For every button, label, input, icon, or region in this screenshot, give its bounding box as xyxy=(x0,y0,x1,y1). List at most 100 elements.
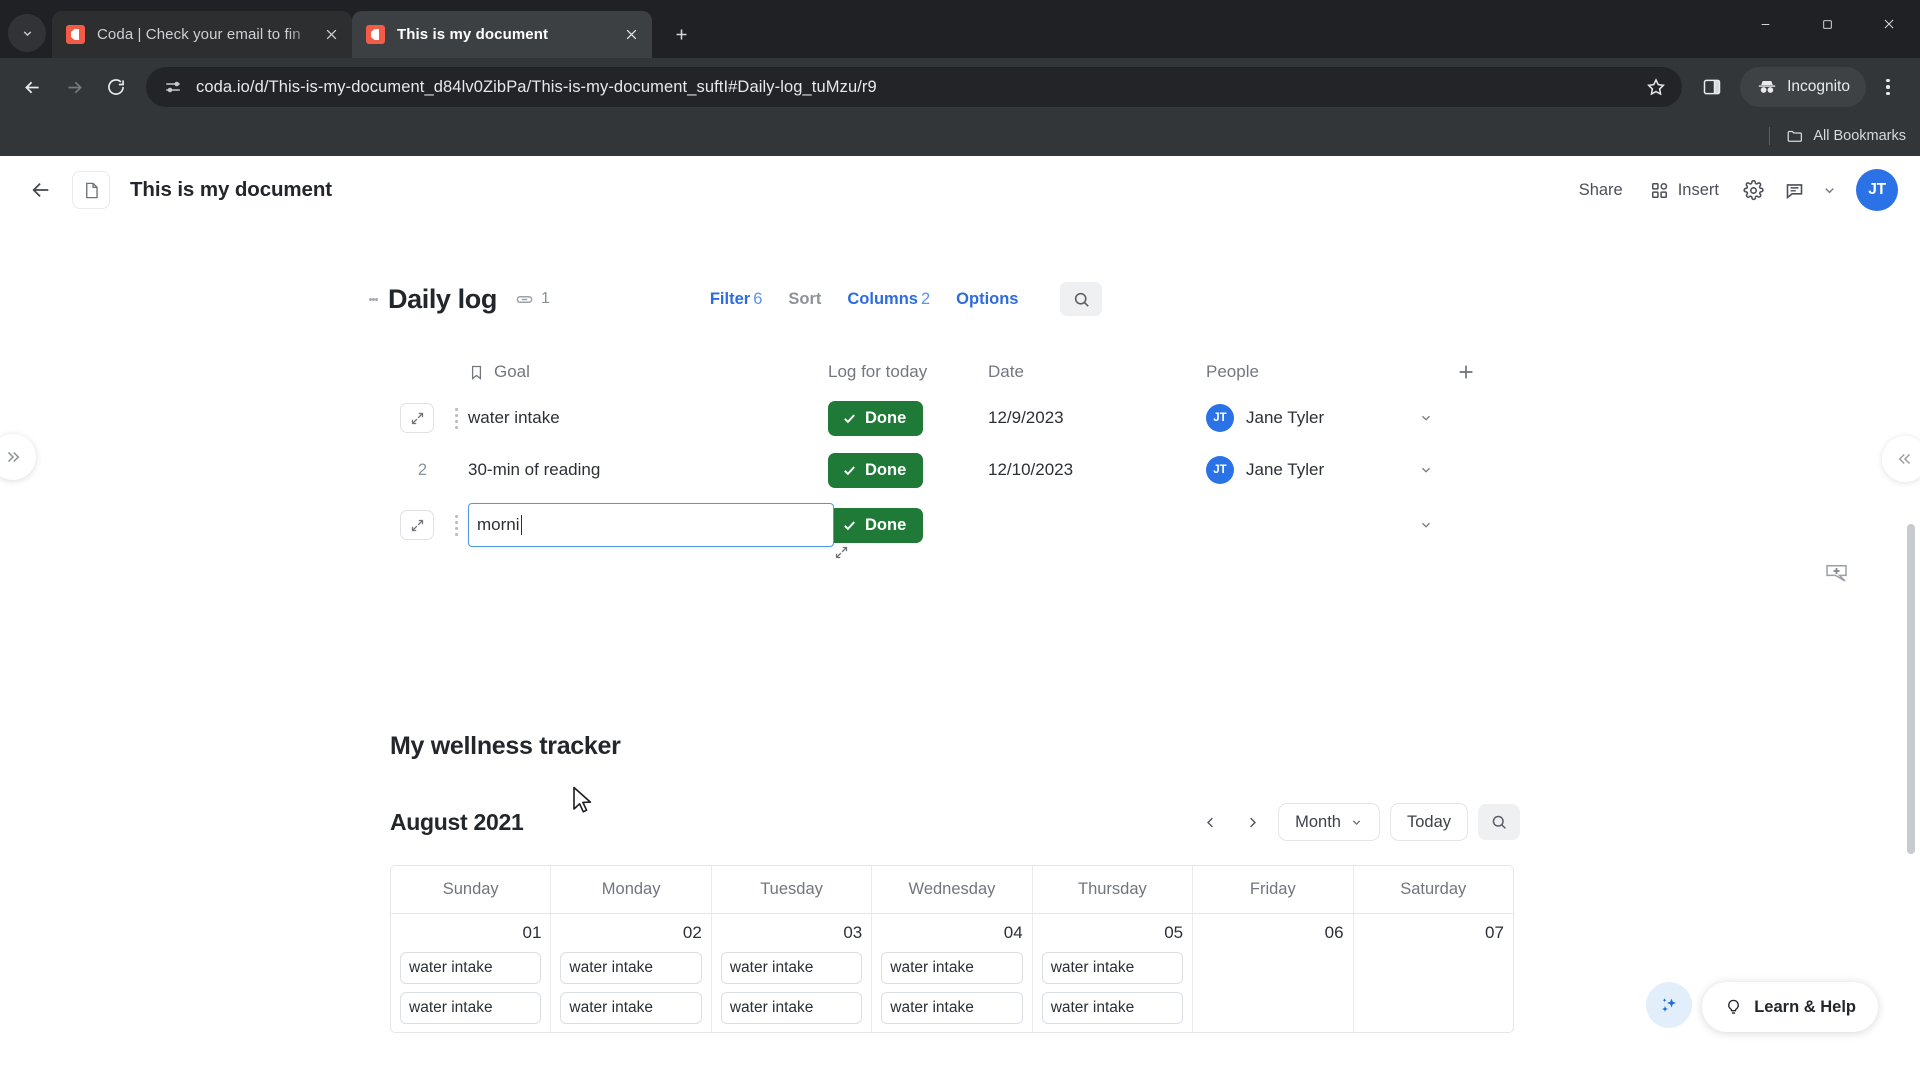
cell-log[interactable]: Done xyxy=(828,452,988,488)
column-header-people[interactable]: People xyxy=(1206,362,1406,382)
calendar-event[interactable]: water intake xyxy=(400,952,542,984)
row-menu-chevron[interactable] xyxy=(1406,463,1446,477)
cell-log[interactable]: Done xyxy=(828,400,988,436)
expand-row-button[interactable] xyxy=(400,403,434,433)
calendar-event[interactable]: water intake xyxy=(881,992,1023,1024)
add-comment-button[interactable] xyxy=(1816,554,1858,592)
settings-button[interactable] xyxy=(1735,172,1771,208)
side-panel-icon[interactable] xyxy=(1692,67,1732,107)
back-button[interactable] xyxy=(12,67,52,107)
browser-menu-button[interactable] xyxy=(1868,67,1908,107)
close-window-button[interactable] xyxy=(1858,0,1920,48)
tab-close-button[interactable] xyxy=(618,22,644,48)
tab-close-button[interactable] xyxy=(318,22,344,48)
table-row[interactable]: 2 30-min of reading Done 12/10/2023 JT J… xyxy=(390,444,1920,496)
cell-date[interactable]: 12/10/2023 xyxy=(988,460,1206,480)
doc-icon-button[interactable] xyxy=(72,171,110,209)
calendar-day-cell[interactable]: 02 water intake water intake xyxy=(551,914,712,1032)
grid-add-icon xyxy=(1651,182,1667,198)
block-drag-handle[interactable] xyxy=(358,295,388,303)
table-row[interactable]: water intake Done 12/9/2023 JT Jane Tyle… xyxy=(390,392,1920,444)
row-drag-handle[interactable] xyxy=(444,407,468,429)
row-menu-chevron[interactable] xyxy=(1406,411,1446,425)
options-button[interactable]: Options xyxy=(956,290,1018,309)
comments-button[interactable] xyxy=(1776,172,1812,208)
table-search-button[interactable] xyxy=(1060,282,1103,316)
calendar-event[interactable]: water intake xyxy=(560,992,702,1024)
calendar-view-select[interactable]: Month xyxy=(1278,803,1380,841)
bookmark-star-icon[interactable] xyxy=(1636,67,1676,107)
row-drag-handle[interactable] xyxy=(444,514,468,536)
sort-button[interactable]: Sort xyxy=(788,290,821,309)
maximize-icon xyxy=(1822,19,1832,29)
page-scrollbar[interactable] xyxy=(1907,524,1915,854)
goal-text-input[interactable]: morni xyxy=(468,503,848,559)
cell-goal[interactable]: 30-min of reading xyxy=(468,460,828,480)
calendar-day-cell[interactable]: 03 water intake water intake xyxy=(712,914,873,1032)
doc-back-button[interactable] xyxy=(22,171,60,209)
address-bar[interactable]: coda.io/d/This-is-my-document_d84lv0ZibP… xyxy=(146,67,1683,107)
all-bookmarks-button[interactable]: All Bookmarks xyxy=(1786,127,1906,145)
calendar-event[interactable]: water intake xyxy=(560,952,702,984)
calendar-event[interactable]: water intake xyxy=(400,992,542,1024)
ai-assistant-button[interactable] xyxy=(1646,982,1692,1028)
chevron-down-icon xyxy=(1824,187,1834,193)
calendar-next-button[interactable] xyxy=(1236,806,1268,838)
calendar-day-cell[interactable]: 04 water intake water intake xyxy=(872,914,1033,1032)
table-link-badge[interactable]: 1 xyxy=(515,290,550,309)
cell-log[interactable]: Done xyxy=(828,507,988,543)
table-row[interactable]: morni Done xyxy=(390,496,1920,559)
minimize-icon xyxy=(1761,23,1769,25)
calendar-day-cell[interactable]: 05 water intake water intake xyxy=(1033,914,1194,1032)
collapse-panel-button[interactable] xyxy=(1882,436,1920,482)
new-tab-button[interactable] xyxy=(662,15,700,53)
calendar-event[interactable]: water intake xyxy=(720,952,863,984)
cell-people[interactable]: JT Jane Tyler xyxy=(1206,456,1406,484)
cell-goal-editing[interactable]: morni xyxy=(468,503,848,559)
cell-people[interactable]: JT Jane Tyler xyxy=(1206,404,1406,432)
calendar-event[interactable]: water intake xyxy=(720,992,863,1024)
filter-button[interactable]: Filter 6 xyxy=(710,290,763,309)
column-header-log[interactable]: Log for today xyxy=(828,362,988,382)
cell-date[interactable]: 12/9/2023 xyxy=(988,408,1206,428)
more-options-caret[interactable] xyxy=(1817,172,1841,208)
incognito-indicator[interactable]: Incognito xyxy=(1740,67,1866,107)
calendar-prev-button[interactable] xyxy=(1194,806,1226,838)
expand-cell-icon[interactable] xyxy=(834,545,849,563)
calendar-event[interactable]: water intake xyxy=(1041,992,1184,1024)
browser-tab-2[interactable]: This is my document xyxy=(352,11,652,58)
status-badge-done[interactable]: Done xyxy=(828,400,924,436)
row-menu-chevron[interactable] xyxy=(1406,518,1446,532)
add-comment-icon xyxy=(1826,565,1847,582)
column-header-date[interactable]: Date xyxy=(988,362,1206,382)
calendar-day-cell[interactable]: 06 xyxy=(1193,914,1354,1032)
calendar-event[interactable]: water intake xyxy=(1041,952,1184,984)
calendar-day-cell[interactable]: 07 xyxy=(1354,914,1513,1032)
share-button[interactable]: Share xyxy=(1568,174,1634,207)
calendar-search-button[interactable] xyxy=(1478,804,1520,840)
add-column-button[interactable] xyxy=(1446,361,1486,383)
insert-button[interactable]: Insert xyxy=(1639,174,1730,207)
column-label: Log for today xyxy=(828,362,928,381)
reload-button[interactable] xyxy=(96,67,136,107)
status-badge-done[interactable]: Done xyxy=(828,452,924,488)
column-header-goal[interactable]: Goal xyxy=(468,362,828,382)
expand-row-button[interactable] xyxy=(400,510,434,540)
user-avatar[interactable]: JT xyxy=(1856,169,1898,211)
tab-search-button[interactable] xyxy=(8,14,46,52)
row-number-cell: 2 xyxy=(390,461,444,480)
forward-button[interactable] xyxy=(54,67,94,107)
cell-goal[interactable]: water intake xyxy=(468,408,828,428)
maximize-button[interactable] xyxy=(1796,0,1858,48)
browser-tab-1[interactable]: Coda | Check your email to fin xyxy=(52,11,352,58)
status-badge-done[interactable]: Done xyxy=(828,507,924,543)
dot xyxy=(1886,91,1890,96)
learn-and-help-button[interactable]: Learn & Help xyxy=(1702,982,1878,1032)
columns-button[interactable]: Columns 2 xyxy=(847,290,930,309)
calendar-today-button[interactable]: Today xyxy=(1389,803,1468,841)
table-title[interactable]: Daily log xyxy=(388,284,497,315)
minimize-button[interactable] xyxy=(1734,0,1796,48)
calendar-event[interactable]: water intake xyxy=(881,952,1023,984)
site-settings-icon[interactable] xyxy=(160,74,186,100)
calendar-day-cell[interactable]: 01 water intake water intake xyxy=(391,914,552,1032)
